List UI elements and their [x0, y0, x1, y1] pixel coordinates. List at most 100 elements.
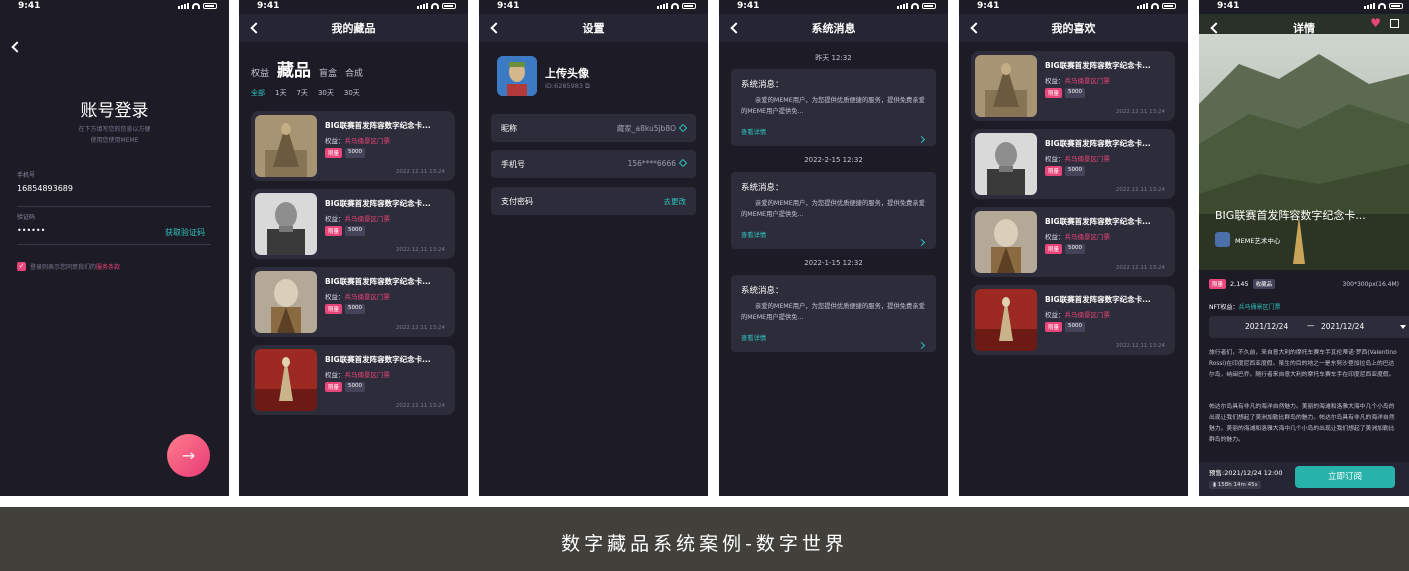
rights-value: 兵马俑景区门票: [1064, 233, 1111, 241]
view-details-link[interactable]: 查看详情: [741, 230, 766, 239]
rights-value: 兵马俑景区门票: [344, 293, 391, 301]
caption-text: 数字藏品系统案例-数字世界: [561, 533, 848, 555]
change-password-link[interactable]: 去更改: [664, 196, 687, 207]
nickname-row[interactable]: 昵称 藏家_a8ku5jb8O: [491, 114, 696, 142]
collection-card[interactable]: BIG联赛首发阵容数字纪念卡... 权益：兵马俑景区门票 限量 5000 2022…: [251, 189, 455, 259]
dropdown-arrow-icon: [1400, 325, 1406, 329]
filter-30d-2[interactable]: 30天: [344, 88, 360, 98]
favorite-card[interactable]: BIG联赛首发阵容数字纪念卡... 权益：兵马俑景区门票 限量 5000 2022…: [971, 51, 1175, 121]
favorite-card[interactable]: BIG联赛首发阵容数字纪念卡... 权益：兵马俑景区门票 限量 5000 2022…: [971, 129, 1175, 199]
get-code-button[interactable]: 获取验证码: [165, 227, 205, 238]
message-body: 亲爱的MEME用户，为您提供优质便捷的服务，提供免费亲爱的MEME用户提供免..…: [741, 200, 925, 218]
rights-label: 权益：: [1045, 233, 1065, 241]
rights-value: 兵马俑景区门票: [1064, 311, 1111, 319]
terms-link[interactable]: 服务条款: [96, 262, 120, 271]
caption-banner: 数字藏品系统案例-数字世界: [0, 507, 1409, 571]
collection-card[interactable]: BIG联赛首发阵容数字纪念卡... 权益：兵马俑景区门票 限量 5000 2022…: [251, 345, 455, 415]
count-badge: 5000: [1065, 244, 1086, 254]
phone-label: 手机号: [501, 160, 525, 169]
phone-label: 手机号: [17, 172, 36, 179]
copy-icon[interactable]: ⧉: [585, 82, 590, 90]
status-icons: [178, 3, 217, 9]
divider: [17, 244, 211, 245]
countdown-text: 158h 14m 45s: [1217, 482, 1258, 488]
card-title: BIG联赛首发阵容数字纪念卡...: [1045, 295, 1151, 304]
rights-label: 权益：: [325, 215, 345, 223]
page-title: 我的藏品: [331, 22, 376, 35]
edit-icon[interactable]: [678, 123, 688, 133]
upload-avatar-label[interactable]: 上传头像: [545, 65, 589, 81]
date-range-select[interactable]: 2021/12/24 — 2021/12/24: [1209, 316, 1409, 338]
status-time: 9:41: [18, 1, 41, 11]
card-title: BIG联赛首发阵容数字纪念卡...: [1045, 139, 1151, 148]
back-button[interactable]: [10, 36, 23, 55]
phone-value: 156****6666: [627, 158, 688, 168]
avatar[interactable]: [497, 56, 537, 96]
pay-password-label: 支付密码: [501, 197, 533, 206]
code-field[interactable]: ••••••: [17, 226, 45, 235]
message-title: 系统消息：: [741, 80, 784, 90]
tab-blindbox[interactable]: 盲盒: [319, 66, 337, 79]
submit-button[interactable]: →: [167, 434, 210, 477]
card-rights: 权益：兵马俑景区门票: [1045, 75, 1110, 85]
collection-card[interactable]: BIG联赛首发阵容数字纪念卡... 权益：兵马俑景区门票 限量 5000 2022…: [251, 111, 455, 181]
card-date: 2022.12.11 13:24: [1115, 109, 1165, 115]
rights-label: 权益：: [1045, 155, 1065, 163]
card-tags: 限量 5000: [1045, 244, 1086, 254]
message-card[interactable]: 系统消息： 亲爱的MEME用户，为您提供优质便捷的服务，提供免费亲爱的MEME用…: [731, 275, 936, 352]
phone-row[interactable]: 手机号 156****6666: [491, 150, 696, 178]
view-details-link[interactable]: 查看详情: [741, 333, 766, 342]
login-screen: 9:41 账号登录 在下方填写您的信息以方便 使用您使用MEME 手机号 168…: [0, 0, 229, 496]
time-filters: 全部 1天 7天 30天 30天: [251, 88, 360, 98]
messages-screen: 9:41 系统消息 昨天 12:32 系统消息： 亲爱的MEME用户，为您提供优…: [719, 0, 948, 496]
agree-text: 登录则表示您同意我们的: [30, 264, 97, 271]
tab-synthesis[interactable]: 合成: [345, 66, 363, 79]
phone-text: 156****6666: [627, 159, 676, 168]
edit-icon[interactable]: [678, 158, 688, 168]
wifi-icon: [1378, 3, 1386, 9]
message-card[interactable]: 系统消息： 亲爱的MEME用户，为您提供优质便捷的服务，提供免费亲爱的MEME用…: [731, 172, 936, 249]
message-card[interactable]: 系统消息： 亲爱的MEME用户，为您提供优质便捷的服务，提供免费亲爱的MEME用…: [731, 69, 936, 146]
subscribe-button[interactable]: 立即订阅: [1295, 466, 1395, 488]
chevron-right-icon: [917, 127, 926, 146]
hero-title: BIG联赛首发阵容数字纪念卡...: [1215, 209, 1366, 222]
battery-icon: [1162, 3, 1176, 9]
status-time: 9:41: [257, 1, 280, 11]
date-from: 2021/12/24: [1245, 322, 1289, 331]
login-title: 账号登录: [80, 101, 149, 121]
heart-icon[interactable]: ♥: [1370, 16, 1381, 30]
card-date: 2022.12.11 13:24: [395, 325, 445, 331]
filter-30d[interactable]: 30天: [318, 88, 334, 98]
arrow-right-icon: →: [181, 446, 196, 465]
collection-card[interactable]: BIG联赛首发阵容数字纪念卡... 权益：兵马俑景区门票 限量 5000 2022…: [251, 267, 455, 337]
view-details-link[interactable]: 查看详情: [741, 127, 766, 136]
card-rights: 权益：兵马俑景区门票: [1045, 309, 1110, 319]
artwork-thumbnail: [255, 115, 317, 177]
status-icons: [1137, 3, 1176, 9]
count-badge: 5000: [345, 148, 366, 158]
filter-1d[interactable]: 1天: [275, 88, 286, 98]
pay-password-row[interactable]: 支付密码 去更改: [491, 187, 696, 215]
nav-bar: 我的喜欢: [959, 14, 1188, 42]
favorite-card[interactable]: BIG联赛首发阵容数字纪念卡... 权益：兵马俑景区门票 限量 5000 2022…: [971, 285, 1175, 355]
card-title: BIG联赛首发阵容数字纪念卡...: [325, 121, 431, 130]
battery-icon: [203, 3, 217, 9]
message-date: 2022-2-15 12:32: [804, 156, 863, 164]
battery-icon: [922, 3, 936, 9]
card-date: 2022.12.11 13:24: [395, 403, 445, 409]
share-icon[interactable]: [1390, 19, 1399, 28]
category-tabs: 权益 藏品 盲盒 合成: [251, 56, 363, 81]
tab-collection[interactable]: 藏品: [277, 56, 311, 81]
rights-label: 权益：: [1045, 311, 1065, 319]
card-date: 2022.12.11 13:24: [395, 247, 445, 253]
filter-7d[interactable]: 7天: [296, 88, 307, 98]
artwork-thumbnail: [255, 349, 317, 411]
login-subtitle: 在下方填写您的信息以方便 使用您使用MEME: [0, 124, 229, 146]
message-date: 2022-1-15 12:32: [804, 259, 863, 267]
tab-rights[interactable]: 权益: [251, 66, 269, 79]
phone-field[interactable]: 16854893689: [17, 184, 73, 193]
favorite-card[interactable]: BIG联赛首发阵容数字纪念卡... 权益：兵马俑景区门票 限量 5000 2022…: [971, 207, 1175, 277]
filter-all[interactable]: 全部: [251, 88, 265, 98]
checkbox-checked[interactable]: ✓: [17, 262, 26, 271]
status-icons: [657, 3, 696, 9]
